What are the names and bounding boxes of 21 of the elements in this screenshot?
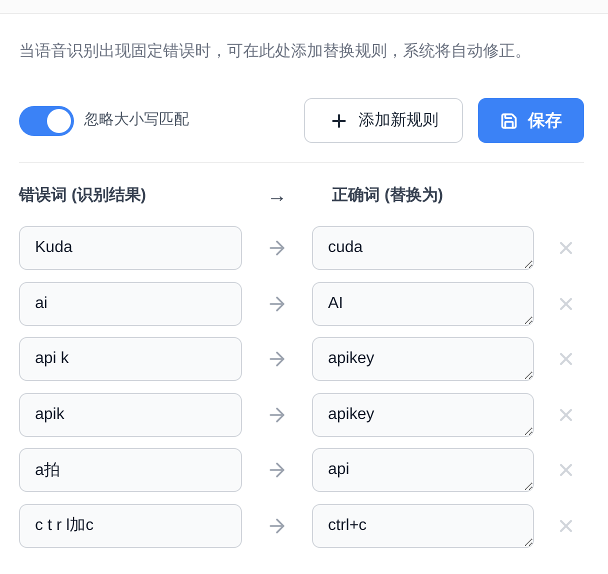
ignore-case-toggle[interactable] [19,106,74,136]
right-word-field[interactable]: api [312,448,534,492]
right-word-field[interactable]: AI [312,282,534,326]
arrow-header: → [267,184,288,209]
wrong-word-field[interactable]: a拍 [19,448,242,492]
add-rule-button[interactable]: 添加新规则 [304,98,463,143]
save-button[interactable]: 保存 [478,98,584,143]
wrong-word-field[interactable]: ai [19,282,242,326]
right-word-field[interactable]: ctrl+c [312,504,534,548]
wrong-word-field[interactable]: apik [19,392,242,436]
ignore-case-label: 忽略大小写匹配 [84,110,189,130]
right-word-field[interactable]: apikey [312,337,534,381]
right-word-field[interactable]: apikey [312,392,534,436]
save-icon [500,112,518,130]
right-word-field[interactable]: cuda [312,226,534,270]
wrong-word-field[interactable]: c t r l加c [19,504,242,548]
wrong-word-field[interactable]: Kuda [19,226,242,270]
wrong-word-field[interactable]: api k [19,337,242,381]
wrong-word-header: 错误词 (识别结果) [19,186,148,206]
right-word-header: 正确词 (替换为) [332,186,444,206]
description: 当语音识别出现固定错误时，可在此处添加替换规则，系统将自动修正。 [19,42,532,62]
